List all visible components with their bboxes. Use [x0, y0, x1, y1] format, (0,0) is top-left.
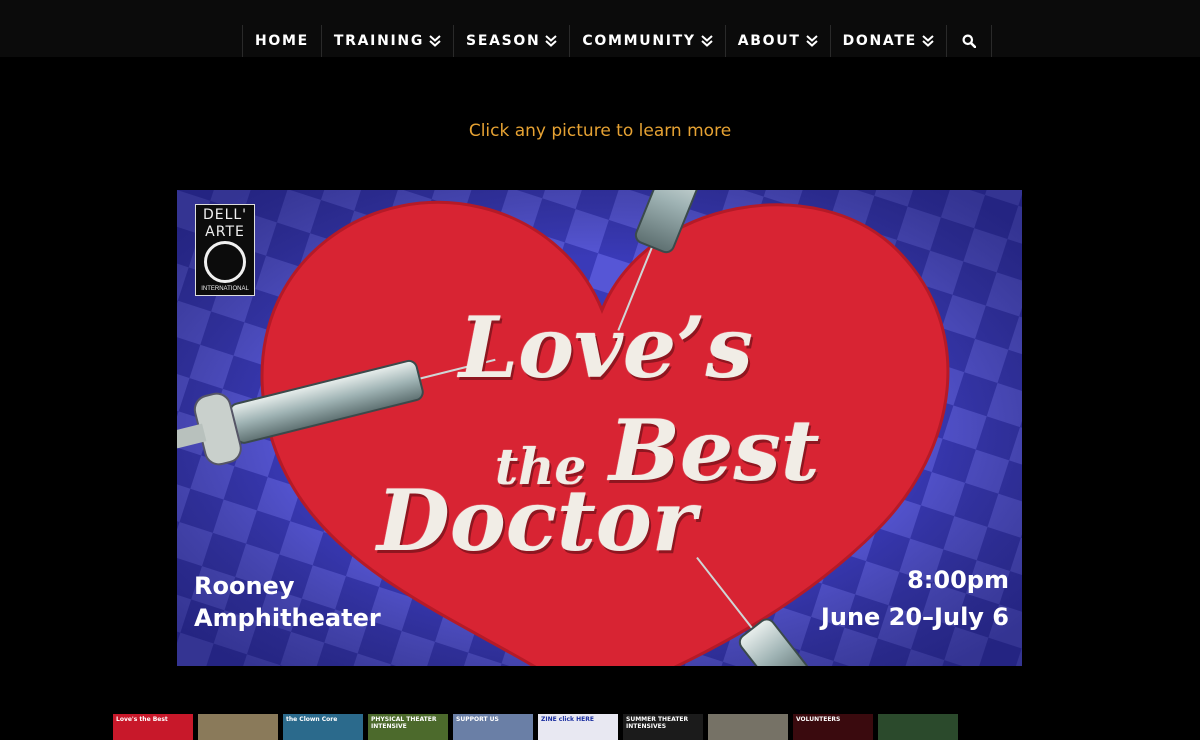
venue-line1: Rooney [194, 572, 295, 600]
hero-title-line4: Doctor [377, 471, 697, 570]
logo-line3: INTERNATIONAL [201, 286, 249, 292]
nav-label: ABOUT [737, 33, 801, 49]
thumbnail[interactable]: ZINE click HERE [538, 714, 618, 740]
learn-more-prompt: Click any picture to learn more [468, 121, 732, 141]
search-icon [962, 34, 976, 48]
hero-showtime: 8:00pm June 20–July 6 [821, 562, 1009, 636]
thumbnail[interactable]: Love's the Best [113, 714, 193, 740]
logo-line2: ARTE [205, 224, 245, 240]
chevron-double-down-icon [545, 35, 558, 47]
chevron-double-down-icon [701, 35, 713, 47]
show-time: 8:00pm [907, 566, 1009, 594]
thumbnail-label: the Clown Core [286, 716, 338, 723]
hero-venue: Rooney Amphitheater [194, 570, 381, 634]
thumbnail[interactable]: VOLUNTEERS [793, 714, 873, 740]
dellarte-logo: DELL' ARTE INTERNATIONAL [195, 204, 255, 296]
nav-item-about[interactable]: ABOUT [724, 25, 830, 57]
nav-item-training[interactable]: TRAINING [320, 25, 453, 57]
nav-item-season[interactable]: SEASON [453, 25, 569, 57]
thumbnail-label: PHYSICAL THEATER INTENSIVE [371, 716, 437, 730]
nav-label: COMMUNITY [582, 33, 696, 49]
thumbnail[interactable]: PHYSICAL THEATER INTENSIVE [368, 714, 448, 740]
chevron-double-down-icon [805, 35, 818, 47]
thumbnail[interactable]: the Clown Core [283, 714, 363, 740]
nav-item-community[interactable]: COMMUNITY [569, 25, 724, 57]
thumbnail-label: SUMMER THEATER INTENSIVES [626, 716, 689, 730]
thumbnail[interactable]: SUMMER THEATER INTENSIVES [623, 714, 703, 740]
thumbnail-strip: Love's the Best the Clown Core PHYSICAL … [113, 714, 958, 740]
show-dates: June 20–July 6 [820, 603, 1009, 631]
mask-face-icon [204, 241, 246, 283]
top-nav-bar: HOME TRAINING SEASON COMMUNITY ABOUT DON… [0, 0, 1200, 57]
thumbnail-label: SUPPORT US [456, 716, 499, 723]
thumbnail-label: Love's the Best [116, 716, 168, 723]
nav-item-home[interactable]: HOME [242, 25, 321, 57]
hero-banner-loves-the-best-doctor[interactable]: DELL' ARTE INTERNATIONAL Love’s the Best… [177, 190, 1022, 666]
thumbnail[interactable] [708, 714, 788, 740]
logo-line1: DELL' [202, 207, 248, 223]
thumbnail[interactable] [878, 714, 958, 740]
chevron-double-down-icon [429, 35, 441, 47]
nav-search-button[interactable] [945, 25, 992, 57]
nav-label: DONATE [842, 33, 917, 49]
chevron-double-down-icon [922, 35, 934, 47]
thumbnail-label: ZINE click HERE [541, 716, 594, 723]
nav-item-donate[interactable]: DONATE [829, 25, 946, 57]
venue-line2: Amphitheater [194, 604, 381, 632]
thumbnail[interactable] [198, 714, 278, 740]
nav-label: SEASON [466, 33, 541, 49]
nav-label: HOME [255, 33, 309, 49]
hero-title-line1: Love’s [459, 298, 753, 397]
main-nav: HOME TRAINING SEASON COMMUNITY ABOUT DON… [242, 25, 992, 57]
thumbnail-label: VOLUNTEERS [796, 716, 841, 723]
nav-label: TRAINING [333, 33, 425, 49]
thumbnail[interactable]: SUPPORT US [453, 714, 533, 740]
